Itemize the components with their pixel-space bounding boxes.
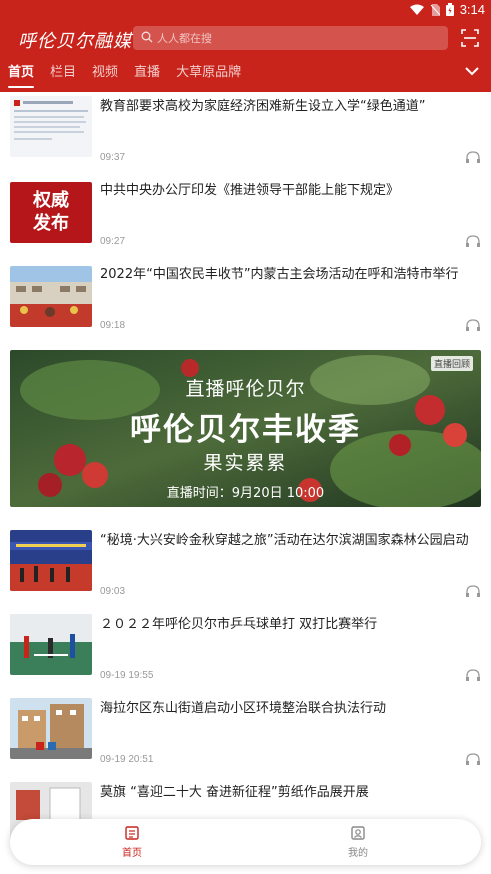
news-time: 09-19 20:51: [100, 754, 154, 765]
scan-icon[interactable]: [460, 28, 480, 48]
news-item[interactable]: ２０２２年呼伦贝尔市乒乓球单打 双打比赛举行 09-19 19:55: [0, 610, 491, 694]
news-title: ２０２２年呼伦贝尔市乒乓球单打 双打比赛举行: [100, 617, 378, 632]
search-bar[interactable]: [133, 26, 448, 50]
news-title: 海拉尔区东山街道启动小区环境整治联合执法行动: [100, 701, 387, 716]
banner-title-line3: 果实累累: [203, 452, 288, 474]
news-time: 09:18: [100, 320, 126, 331]
banner-title-line1: 直播呼伦贝尔: [185, 378, 306, 400]
no-sim-icon: [430, 3, 440, 16]
news-item[interactable]: 权威 发布 中共中央办公厅印发《推进领导干部能上能下规定》 09:27: [0, 176, 491, 260]
status-bar: 3:14: [0, 0, 491, 22]
news-thumbnail: [10, 698, 92, 759]
tab-live[interactable]: 直播: [126, 62, 168, 90]
headphones-icon[interactable]: [465, 150, 481, 164]
news-item[interactable]: 2022年“中国农民丰收节”内蒙古主会场活动在呼和浩特市举行 09:18: [0, 260, 491, 344]
tab-columns[interactable]: 栏目: [42, 62, 84, 90]
wifi-icon: [409, 4, 424, 15]
nav-mine-label: 我的: [348, 848, 368, 859]
news-title: 莫旗 “喜迎二十大 奋进新征程”剪纸作品展开展: [100, 785, 369, 800]
thumbnail-text: 权威: [33, 190, 69, 211]
status-time: 3:14: [459, 2, 485, 17]
profile-icon: [351, 826, 365, 840]
news-time: 09:37: [100, 152, 126, 163]
headphones-icon[interactable]: [465, 318, 481, 332]
news-time: 09:03: [100, 586, 126, 597]
tab-grassland-brand[interactable]: 大草原品牌: [168, 62, 249, 90]
news-title: 教育部要求高校为家庭经济困难新生设立入学“绿色通道”: [100, 99, 426, 114]
nav-mine-button[interactable]: 我的: [318, 823, 398, 861]
news-title: 中共中央办公厅印发《推进领导干部能上能下规定》: [100, 183, 400, 198]
home-icon: [125, 826, 139, 840]
news-item[interactable]: 海拉尔区东山街道启动小区环境整治联合执法行动 09-19 20:51: [0, 694, 491, 778]
news-item[interactable]: 教育部要求高校为家庭经济困难新生设立入学“绿色通道” 09:37: [0, 92, 491, 176]
tab-home[interactable]: 首页: [0, 62, 42, 90]
banner-title-line2: 呼伦贝尔丰收季: [130, 412, 361, 448]
news-thumbnail: [10, 96, 92, 157]
headphones-icon[interactable]: [465, 234, 481, 248]
chevron-down-icon[interactable]: [462, 64, 482, 80]
news-thumbnail: 权威 发布: [10, 182, 92, 243]
search-icon: [141, 31, 153, 43]
app-header: 3:14 呼伦贝尔融媒 首页 栏目 视频 直播 大草原品牌: [0, 0, 491, 92]
headphones-icon[interactable]: [465, 584, 481, 598]
news-thumbnail: [10, 530, 92, 591]
battery-icon: [445, 3, 454, 16]
nav-home-label: 首页: [122, 848, 142, 859]
replay-badge: 直播回顾: [430, 356, 473, 371]
headphones-icon[interactable]: [465, 668, 481, 682]
channel-tabs: 首页 栏目 视频 直播 大草原品牌: [0, 62, 249, 90]
news-item[interactable]: “秘境·大兴安岭金秋穿越之旅”活动在达尔滨湖国家森林公园启动 09:03: [0, 526, 491, 610]
news-thumbnail: [10, 614, 92, 675]
nav-home-button[interactable]: 首页: [92, 823, 172, 861]
headphones-icon[interactable]: [465, 752, 481, 766]
search-input[interactable]: [157, 26, 437, 50]
bottom-navigation: 首页 我的: [10, 819, 481, 865]
tab-video[interactable]: 视频: [84, 62, 126, 90]
news-time: 09:27: [100, 236, 126, 247]
news-time: 09-19 19:55: [100, 670, 154, 681]
thumbnail-text: 发布: [33, 213, 69, 234]
news-thumbnail: [10, 266, 92, 327]
live-banner[interactable]: 直播回顾 直播呼伦贝尔 呼伦贝尔丰收季 果实累累 直播时间：9月20日 10:0…: [10, 350, 481, 507]
app-logo[interactable]: 呼伦贝尔融媒: [18, 27, 132, 53]
news-title: “秘境·大兴安岭金秋穿越之旅”活动在达尔滨湖国家森林公园启动: [100, 533, 469, 548]
banner-live-time: 直播时间：9月20日 10:00: [166, 486, 325, 501]
news-title: 2022年“中国农民丰收节”内蒙古主会场活动在呼和浩特市举行: [100, 267, 459, 282]
